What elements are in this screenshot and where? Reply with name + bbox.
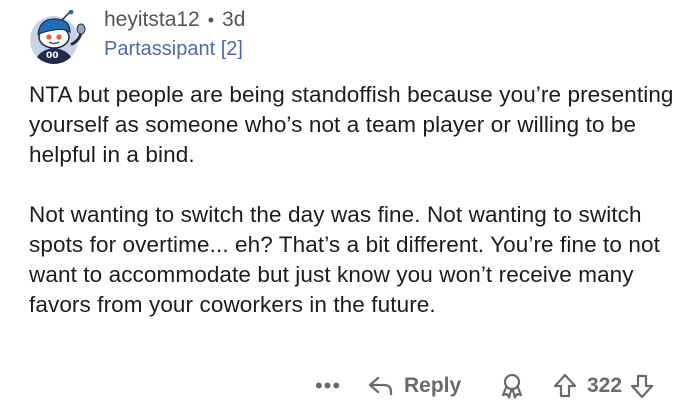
comment-header: 00 heyitsta12 • 3d Partassipant [2] [24, 6, 664, 66]
upvote-arrow-icon[interactable] [553, 373, 577, 399]
meta-separator: • [207, 10, 215, 30]
comment-action-bar: ••• Reply 322 [0, 366, 700, 406]
author-username[interactable]: heyitsta12 [104, 6, 200, 34]
reply-button[interactable]: Reply [368, 370, 461, 402]
award-button[interactable] [498, 372, 526, 400]
reply-label: Reply [404, 374, 462, 397]
reply-arrow-icon [368, 376, 393, 396]
avatar-jersey-number: 00 [46, 51, 59, 61]
user-avatar[interactable]: 00 [24, 9, 86, 66]
comment-paragraph: Not wanting to switch the day was fine. … [29, 202, 660, 317]
downvote-arrow-icon[interactable] [630, 373, 654, 399]
more-options-icon: ••• [314, 373, 342, 398]
comment-meta: heyitsta12 • 3d Partassipant [2] [104, 6, 245, 62]
more-options-button[interactable]: ••• [310, 372, 346, 400]
vote-score: 322 [587, 374, 623, 397]
user-flair: Partassipant [2] [104, 38, 243, 60]
award-icon [501, 373, 523, 399]
comment-age: 3d [222, 8, 246, 31]
comment-paragraph: NTA but people are being standoffish bec… [29, 82, 674, 167]
comment-body: NTA but people are being standoffish bec… [29, 80, 681, 320]
vote-controls: 322 [553, 370, 654, 402]
